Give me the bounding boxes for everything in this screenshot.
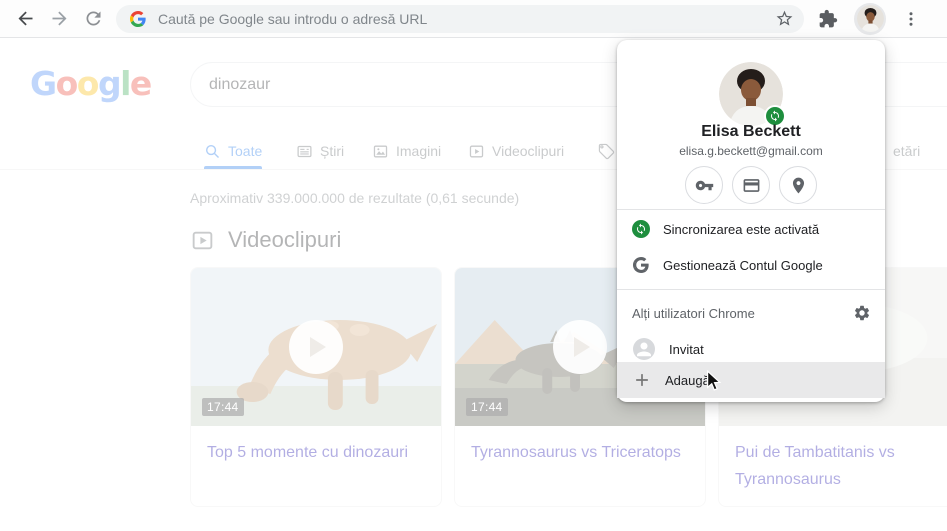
sync-on-icon bbox=[632, 220, 650, 238]
add-user-item[interactable]: Adaugă bbox=[617, 362, 885, 398]
shopping-tag-icon bbox=[598, 143, 615, 159]
logo-letter: l bbox=[120, 64, 131, 103]
account-shortcuts bbox=[617, 166, 885, 204]
payment-methods-button[interactable] bbox=[732, 166, 770, 204]
sync-status-label: Sincronizarea este activată bbox=[663, 221, 820, 237]
play-triangle-icon bbox=[574, 337, 590, 357]
menu-divider bbox=[617, 289, 885, 290]
tab-toate[interactable]: Toate bbox=[204, 138, 262, 164]
logo-letter: o bbox=[55, 64, 79, 103]
video-title-link[interactable]: Top 5 momente cu dinozauri bbox=[191, 426, 441, 466]
videos-section-header: Videoclipuri bbox=[190, 227, 341, 253]
guest-label: Invitat bbox=[669, 341, 704, 357]
play-button[interactable] bbox=[289, 320, 343, 374]
tab-cumparaturi[interactable] bbox=[598, 138, 615, 164]
section-title: Videoclipuri bbox=[228, 227, 342, 252]
forward-icon bbox=[52, 11, 66, 26]
tab-stiri[interactable]: Știri bbox=[296, 138, 344, 164]
mouse-cursor bbox=[706, 370, 722, 391]
url-placeholder: Caută pe Google sau introdu o adresă URL bbox=[158, 10, 428, 27]
profile-avatar-button[interactable] bbox=[854, 2, 886, 35]
back-button[interactable] bbox=[8, 2, 42, 36]
tab-setari-partial[interactable]: etări bbox=[893, 138, 920, 164]
payment-card-icon bbox=[743, 178, 759, 192]
plus-icon bbox=[636, 374, 648, 386]
logo-letter: g bbox=[97, 64, 122, 103]
tab-label: Videoclipuri bbox=[492, 143, 565, 159]
tab-label: Toate bbox=[228, 143, 263, 159]
sync-status-item[interactable]: Sincronizarea este activată bbox=[617, 211, 885, 247]
google-logo: Google bbox=[30, 64, 152, 103]
browser-toolbar: Caută pe Google sau introdu o adresă URL bbox=[0, 0, 947, 38]
video-duration-badge: 17:44 bbox=[202, 398, 244, 416]
addresses-button[interactable] bbox=[779, 166, 817, 204]
reload-button[interactable] bbox=[76, 2, 110, 36]
profile-menu-avatar bbox=[719, 62, 786, 127]
forward-button[interactable] bbox=[42, 2, 76, 36]
back-icon bbox=[18, 11, 32, 26]
search-query-text: dinozaur bbox=[209, 75, 271, 93]
google-g-gray-icon bbox=[632, 256, 650, 274]
tab-label: Știri bbox=[320, 143, 345, 159]
video-title-link[interactable]: Pui de Tambatitanis vs Tyrannosaurus bbox=[719, 426, 947, 493]
manage-account-label: Gestionează Contul Google bbox=[663, 257, 823, 273]
tab-label: etări bbox=[893, 143, 921, 159]
passwords-button[interactable] bbox=[685, 166, 723, 204]
news-icon bbox=[297, 145, 312, 157]
key-icon bbox=[695, 180, 713, 190]
logo-letter: o bbox=[76, 64, 100, 103]
kebab-menu-icon[interactable] bbox=[902, 10, 920, 28]
play-triangle-icon bbox=[310, 337, 326, 357]
guest-avatar-icon bbox=[633, 338, 655, 360]
google-g-icon bbox=[130, 10, 146, 27]
profile-name: Elisa Beckett bbox=[701, 123, 801, 140]
manage-google-account-item[interactable]: Gestionează Contul Google bbox=[617, 247, 885, 283]
logo-letter: e bbox=[129, 64, 152, 103]
other-users-label: Alți utilizatori Chrome bbox=[632, 305, 755, 321]
results-stats: Aproximativ 339.000.000 de rezultate (0,… bbox=[190, 190, 520, 206]
other-users-header: Alți utilizatori Chrome bbox=[617, 295, 885, 331]
tab-imagini[interactable]: Imagini bbox=[372, 138, 441, 164]
video-duration-badge: 17:44 bbox=[466, 398, 508, 416]
search-icon bbox=[205, 144, 220, 158]
video-play-icon bbox=[469, 145, 484, 157]
video-card[interactable]: 17:44 Top 5 momente cu dinozauri bbox=[190, 267, 442, 507]
logo-letter: G bbox=[30, 64, 57, 103]
profile-menu: Elisa Beckett elisa.g.beckett@gmail.com … bbox=[617, 40, 885, 402]
profile-avatar bbox=[856, 5, 884, 32]
gear-icon[interactable] bbox=[853, 304, 871, 322]
extensions-puzzle-icon[interactable] bbox=[818, 9, 838, 29]
profile-email: elisa.g.beckett@gmail.com bbox=[679, 144, 823, 158]
play-button[interactable] bbox=[553, 320, 607, 374]
reload-icon bbox=[86, 11, 100, 26]
video-thumbnail[interactable]: 17:44 bbox=[191, 268, 441, 426]
bookmark-star-icon[interactable] bbox=[775, 9, 794, 28]
menu-divider bbox=[617, 209, 885, 210]
video-play-icon bbox=[192, 231, 213, 249]
tab-videoclipuri[interactable]: Videoclipuri bbox=[468, 138, 564, 164]
image-icon bbox=[373, 145, 388, 157]
address-bar[interactable]: Caută pe Google sau introdu o adresă URL bbox=[116, 4, 804, 33]
tab-label: Imagini bbox=[396, 143, 442, 159]
video-title-link[interactable]: Tyrannosaurus vs Triceratops bbox=[455, 426, 705, 466]
location-pin-icon bbox=[792, 177, 804, 193]
